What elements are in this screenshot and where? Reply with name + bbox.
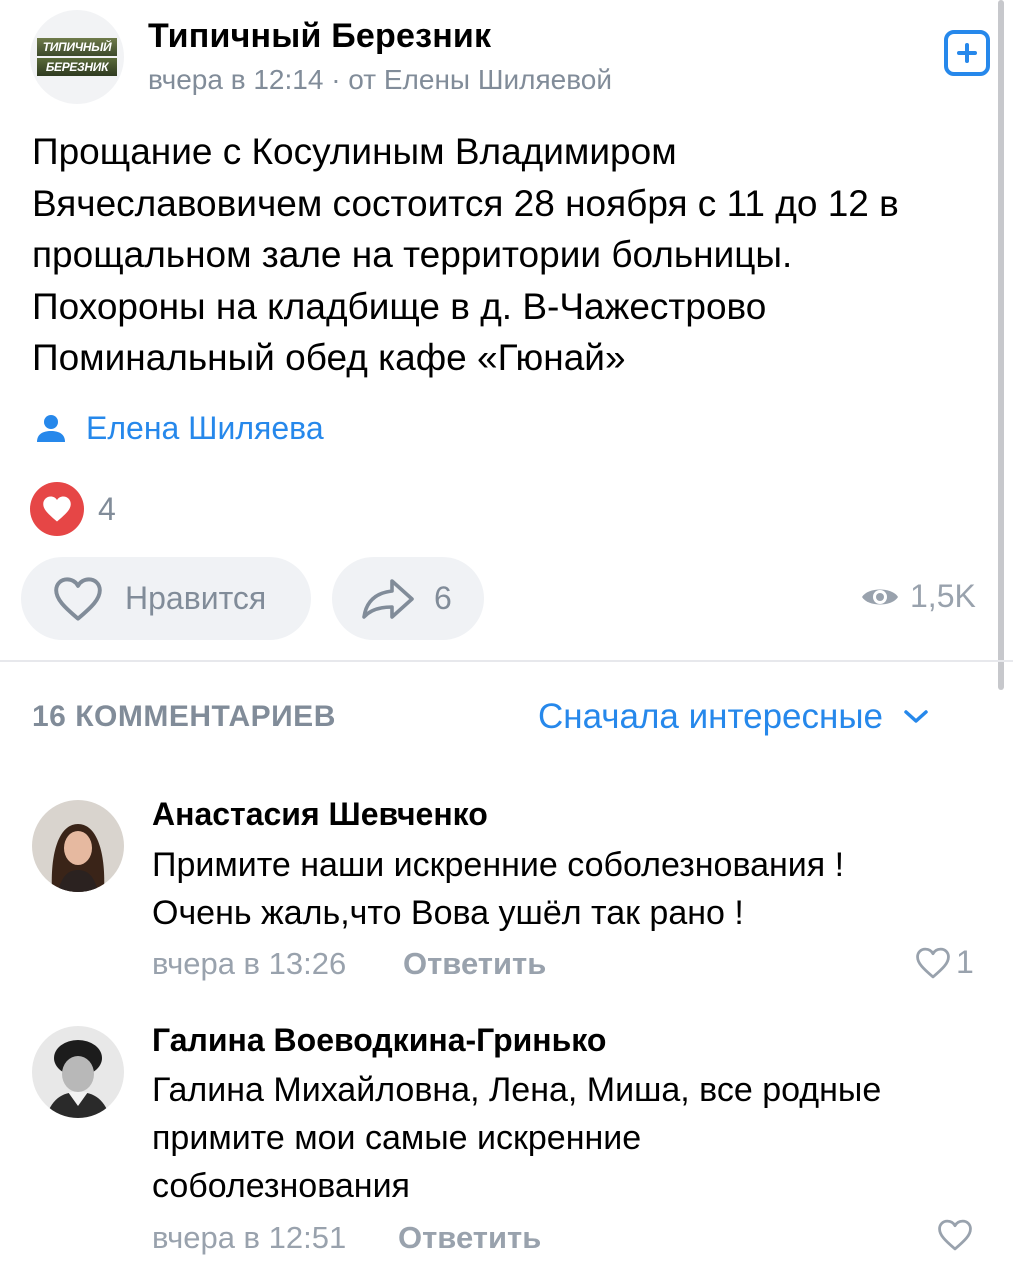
heart-outline-icon — [938, 1219, 972, 1251]
comments-sort-select[interactable]: Сначала интересные — [538, 697, 929, 737]
comment-text: Примите наши искренние соболезнования ! … — [152, 846, 845, 932]
share-arrow-icon — [362, 578, 414, 619]
heart-filled-icon — [30, 482, 84, 536]
views-count: 1,5K — [910, 578, 976, 614]
comment-time: вчера в 12:51 — [152, 1220, 347, 1255]
post-text: Прощание с Косулиным Владимиром Вячеслав… — [32, 131, 899, 378]
reactions-summary[interactable]: 4 — [30, 482, 116, 536]
heart-outline-icon — [54, 576, 102, 621]
group-avatar[interactable]: ТИПИЧНЫЙ БЕРЕЗНИК — [30, 10, 124, 104]
comments-count: 16 КОММЕНТАРИЕВ — [32, 700, 336, 733]
views-counter: 1,5K — [860, 578, 976, 615]
scrollbar[interactable] — [998, 0, 1004, 690]
person-icon — [37, 414, 65, 442]
comment-like-button[interactable] — [936, 1218, 974, 1252]
comment-time: вчера в 13:26 — [152, 946, 347, 981]
comment-text: Галина Михайловна, Лена, Миша, все родны… — [152, 1071, 882, 1205]
eye-icon — [862, 589, 898, 604]
post-author-name: Елена Шиляева — [86, 410, 324, 446]
comment-author[interactable]: Анастасия Шевченко — [152, 796, 488, 833]
reply-button[interactable]: Ответить — [403, 946, 546, 982]
sort-label: Сначала интересные — [538, 697, 883, 736]
chevron-down-icon — [904, 710, 928, 723]
like-label: Нравится — [125, 580, 267, 616]
reply-button[interactable]: Ответить — [398, 1220, 541, 1256]
comment-like-count: 1 — [956, 944, 974, 980]
comment-author[interactable]: Галина Воеводкина-Гринько — [152, 1022, 606, 1059]
group-name[interactable]: Типичный Березник — [148, 17, 491, 56]
post-author-link[interactable]: Елена Шиляева — [34, 410, 324, 447]
avatar[interactable] — [32, 1026, 124, 1118]
post-meta: вчера в 12:14 · от Елены Шиляевой — [148, 64, 612, 95]
group-logo: ТИПИЧНЫЙ БЕРЕЗНИК — [37, 38, 117, 76]
comment-like-button[interactable]: 1 — [914, 944, 974, 981]
reactions-count: 4 — [98, 490, 116, 527]
share-button[interactable]: 6 — [332, 557, 484, 640]
divider — [0, 660, 1013, 662]
plus-square-icon[interactable] — [944, 30, 990, 76]
heart-outline-icon — [916, 947, 950, 978]
share-count: 6 — [434, 580, 452, 616]
like-button[interactable]: Нравится — [21, 557, 311, 640]
avatar[interactable] — [32, 800, 124, 892]
